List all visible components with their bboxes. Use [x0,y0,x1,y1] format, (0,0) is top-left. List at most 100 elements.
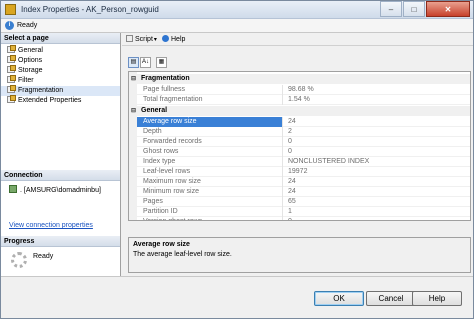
property-value: 0 [288,138,292,145]
property-pages-icon[interactable]: ▦ [156,57,167,68]
property-row[interactable]: Pages 65 [137,197,470,207]
property-name: Total fragmentation [137,95,283,105]
property-value: 98.68 % [288,86,314,93]
category-label: General [141,107,168,114]
help-toolbar-button[interactable]: Help [162,35,185,44]
server-name: . [AMSURG\domadminbu] [20,187,101,194]
left-pane: Select a page General Options Storage Filte… [1,33,121,276]
page-item-label: Storage [18,67,43,74]
progress-spinner-icon [11,252,27,268]
property-name: Version ghost rows [137,217,283,220]
property-page-icon [7,55,16,63]
right-pane: Script▾ Help ▤ A↓ ▦ ⊟ Fragmentation Page f… [122,33,473,276]
progress-text: Ready [33,253,54,260]
connection-section: Connection . [AMSURG\domadminbu] View co… [1,170,120,229]
property-name: Pages [137,197,283,207]
property-page-icon [7,85,16,93]
property-grid: ⊟ Fragmentation Page fullness 98.68 % Total … [128,71,471,221]
page-item-label: Options [18,57,43,64]
property-value: 0 [288,148,292,155]
page-item-label: Extended Properties [18,97,82,104]
help-button[interactable]: Help [412,291,462,306]
property-row[interactable]: Version ghost rows0 [137,217,470,220]
categorized-icon[interactable]: ▤ [128,57,139,68]
category-row[interactable]: ⊟ Fragmentation [129,74,470,84]
page-item[interactable]: General [1,45,120,56]
status-bar: i Ready [1,19,473,33]
alphabetical-icon[interactable]: A↓ [140,57,151,68]
page-item[interactable]: Options [1,55,120,66]
property-page-icon [7,65,16,73]
property-name: Minimum row size [137,187,283,197]
property-value: 1 [288,208,292,215]
view-connection-properties-link[interactable]: View connection properties [9,222,93,229]
page-item[interactable]: Extended Properties [1,95,120,106]
property-name: Forwarded records [137,137,283,147]
category-row[interactable]: ⊟ General [129,106,470,116]
toolbar: Script▾ Help [122,33,473,46]
property-row[interactable]: Leaf-level rows 19972 [137,167,470,177]
property-row[interactable]: Average row size 24 [137,117,470,127]
close-button[interactable]: ✕ [426,1,470,17]
property-name: Maximum row size [137,177,283,187]
progress-section: Progress Ready [1,236,120,268]
property-name: Leaf-level rows [137,167,283,177]
property-row[interactable]: Index type NONCLUSTERED INDEX [137,157,470,167]
property-row[interactable]: Ghost rows 0 [137,147,470,157]
description-panel: Average row size The average leaf-level … [128,237,471,273]
property-value: 65 [288,198,296,205]
property-name: Average row size [137,117,283,127]
grid-gutter [129,72,137,220]
property-row[interactable]: Maximum row size 24 [137,177,470,187]
property-name: Page fullness [137,85,283,95]
script-label: Script [135,36,153,43]
help-icon [162,35,169,42]
cancel-button[interactable]: Cancel [366,291,416,306]
server-icon [9,185,17,193]
property-name: Ghost rows [137,147,283,157]
button-bar: OK Cancel Help [1,276,473,318]
progress-header: Progress [1,236,120,247]
property-value: 24 [288,188,296,195]
property-value: 24 [288,118,296,125]
minimize-button[interactable]: – [380,1,402,17]
page-item-label: Filter [18,77,34,84]
script-button[interactable]: Script▾ [126,35,157,45]
property-value: NONCLUSTERED INDEX [288,158,370,165]
collapse-icon[interactable]: ⊟ [131,76,137,82]
page-list: General Options Storage Filter Fragmentation… [1,44,120,106]
property-value: 24 [288,178,296,185]
page-item[interactable]: Filter [1,75,120,86]
page-item-label: Fragmentation [18,87,64,94]
help-toolbar-label: Help [171,36,186,43]
property-page-icon [7,95,16,103]
property-name: Depth [137,127,283,137]
property-row[interactable]: Partition ID 1 [137,207,470,217]
property-page-icon [7,45,16,53]
maximize-button[interactable]: □ [403,1,425,17]
ok-button[interactable]: OK [314,291,364,306]
property-value: 2 [288,128,292,135]
property-row[interactable]: Total fragmentation 1.54 % [137,95,470,105]
index-properties-dialog: Index Properties - AK_Person_rowguid – □… [0,0,474,319]
property-row[interactable]: Depth 2 [137,127,470,137]
property-name: Index type [137,157,283,167]
property-page-icon [7,75,16,83]
window-title: Index Properties - AK_Person_rowguid [21,5,159,14]
page-item[interactable]: Storage [1,65,120,76]
property-value: 1.54 % [288,96,310,103]
property-row[interactable]: Page fullness 98.68 % [137,85,470,95]
chevron-down-icon[interactable]: ▾ [154,37,157,43]
page-item-label: General [18,47,43,54]
property-grid-toolbar: ▤ A↓ ▦ [128,57,188,69]
description-text: The average leaf-level row size. [133,251,232,258]
property-row[interactable]: Forwarded records 0 [137,137,470,147]
property-row[interactable]: Minimum row size 24 [137,187,470,197]
collapse-icon[interactable]: ⊟ [131,108,137,114]
property-value: 0 [284,217,470,220]
property-value: 19972 [288,168,308,175]
connection-header: Connection [1,170,120,181]
status-text: Ready [17,22,38,29]
dialog-icon [5,4,16,15]
page-item[interactable]: Fragmentation [1,85,120,96]
